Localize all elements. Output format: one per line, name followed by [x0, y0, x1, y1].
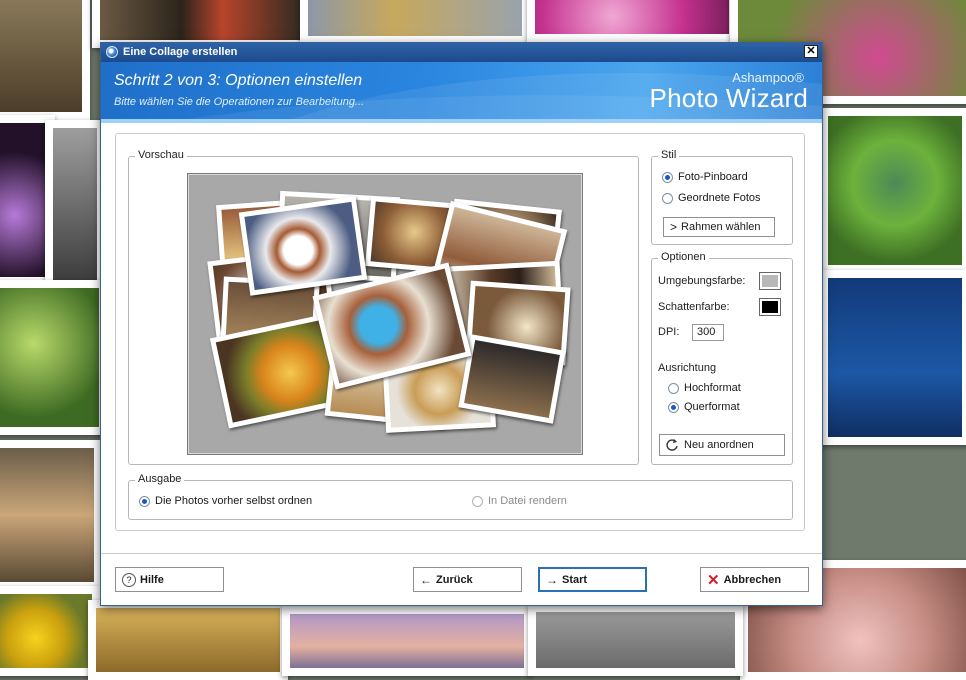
background-photo [527, 0, 737, 42]
button-label: Hilfe [140, 573, 164, 586]
background-photo [820, 108, 966, 273]
preview-photo [238, 196, 368, 296]
background-photo [0, 440, 102, 590]
background-photo [820, 270, 966, 445]
content-panel: Vorschau Stil Foto-Pinboard Geordnete Fo… [115, 133, 805, 531]
style-group: Stil Foto-Pinboard Geordnete Fotos > Rah… [651, 149, 793, 245]
help-button[interactable]: ? Hilfe [115, 567, 224, 592]
surrounding-color-picker[interactable] [759, 272, 781, 290]
footer-separator [101, 553, 822, 554]
output-option-render-to-file[interactable]: In Datei rendern [472, 493, 567, 509]
start-button[interactable]: → Start [538, 567, 647, 592]
arrow-right-icon: → [546, 572, 558, 587]
background-photo [0, 0, 90, 120]
refresh-icon [666, 439, 678, 451]
dpi-input[interactable]: 300 [692, 324, 724, 341]
close-button[interactable]: ✕ [804, 45, 818, 58]
back-button[interactable]: ← Zurück [413, 567, 522, 592]
brand-logo: Ashampoo® Photo Wizard [650, 70, 808, 111]
radio-label: Querformat [684, 401, 740, 413]
radio-button[interactable] [472, 495, 483, 507]
radio-label: Die Photos vorher selbst ordnen [155, 495, 313, 507]
radio-label: Geordnete Fotos [678, 192, 761, 204]
help-icon: ? [122, 572, 136, 587]
rahmen-waehlen-button[interactable]: > Rahmen wählen [663, 217, 775, 237]
background-photo [88, 600, 288, 680]
background-photo [92, 0, 312, 48]
shadow-color-label: Schattenfarbe: [658, 301, 730, 313]
cancel-x-icon: ✕ [707, 571, 720, 589]
background-photo [0, 280, 107, 435]
orientation-option-querformat[interactable]: Querformat [668, 399, 740, 415]
button-label: Neu anordnen [684, 439, 754, 451]
chevron-right-icon: > [670, 220, 678, 234]
radio-button[interactable] [139, 495, 150, 507]
button-label: Zurück [436, 573, 473, 586]
button-label: Start [562, 573, 588, 586]
preview-group: Vorschau [128, 149, 639, 465]
window-title: Eine Collage erstellen [123, 46, 238, 58]
app-icon [106, 46, 118, 58]
step-title: Schritt 2 von 3: Optionen einstellen [114, 72, 363, 89]
background-photo [282, 606, 532, 676]
background-photo [45, 120, 105, 290]
radio-button[interactable] [668, 401, 679, 413]
background-photo [528, 604, 743, 676]
style-legend: Stil [658, 149, 680, 161]
options-legend: Optionen [658, 251, 709, 263]
output-legend: Ausgabe [135, 473, 185, 485]
options-group: Optionen Umgebungsfarbe: Schattenfarbe: … [651, 251, 793, 465]
surrounding-color-label: Umgebungsfarbe: [658, 275, 746, 287]
button-label: Abbrechen [723, 573, 782, 586]
radio-button[interactable] [662, 192, 673, 204]
orientation-option-hochformat[interactable]: Hochformat [668, 380, 741, 396]
dpi-label: DPI: [658, 326, 680, 338]
radio-label: In Datei rendern [488, 495, 567, 507]
radio-label: Foto-Pinboard [678, 171, 748, 183]
background-photo [0, 586, 100, 676]
button-label: Rahmen wählen [681, 221, 761, 233]
neu-anordnen-button[interactable]: Neu anordnen [659, 434, 785, 456]
radio-button[interactable] [662, 171, 673, 183]
header-banner: Schritt 2 von 3: Optionen einstellen Bit… [101, 62, 822, 123]
collage-preview-image [187, 173, 583, 455]
background-photo [300, 0, 530, 44]
shadow-color-picker[interactable] [759, 298, 781, 316]
arrow-left-icon: ← [420, 572, 432, 587]
collage-dialog: Eine Collage erstellen ✕ Schritt 2 von 3… [100, 42, 823, 606]
title-bar: Eine Collage erstellen ✕ [101, 43, 822, 62]
style-option-geordnete-fotos[interactable]: Geordnete Fotos [662, 190, 761, 206]
output-option-self-arrange[interactable]: Die Photos vorher selbst ordnen [139, 493, 312, 509]
style-option-foto-pinboard[interactable]: Foto-Pinboard [662, 169, 748, 185]
radio-label: Hochformat [684, 382, 741, 394]
preview-legend: Vorschau [135, 149, 187, 161]
cancel-button[interactable]: ✕ Abbrechen [700, 567, 809, 592]
brand-product: Photo Wizard [649, 83, 808, 113]
output-group: Ausgabe Die Photos vorher selbst ordnen … [128, 473, 793, 520]
orientation-label: Ausrichtung [658, 362, 717, 374]
step-subtitle: Bitte wählen Sie die Operationen zur Bea… [114, 96, 365, 108]
radio-button[interactable] [668, 382, 679, 394]
